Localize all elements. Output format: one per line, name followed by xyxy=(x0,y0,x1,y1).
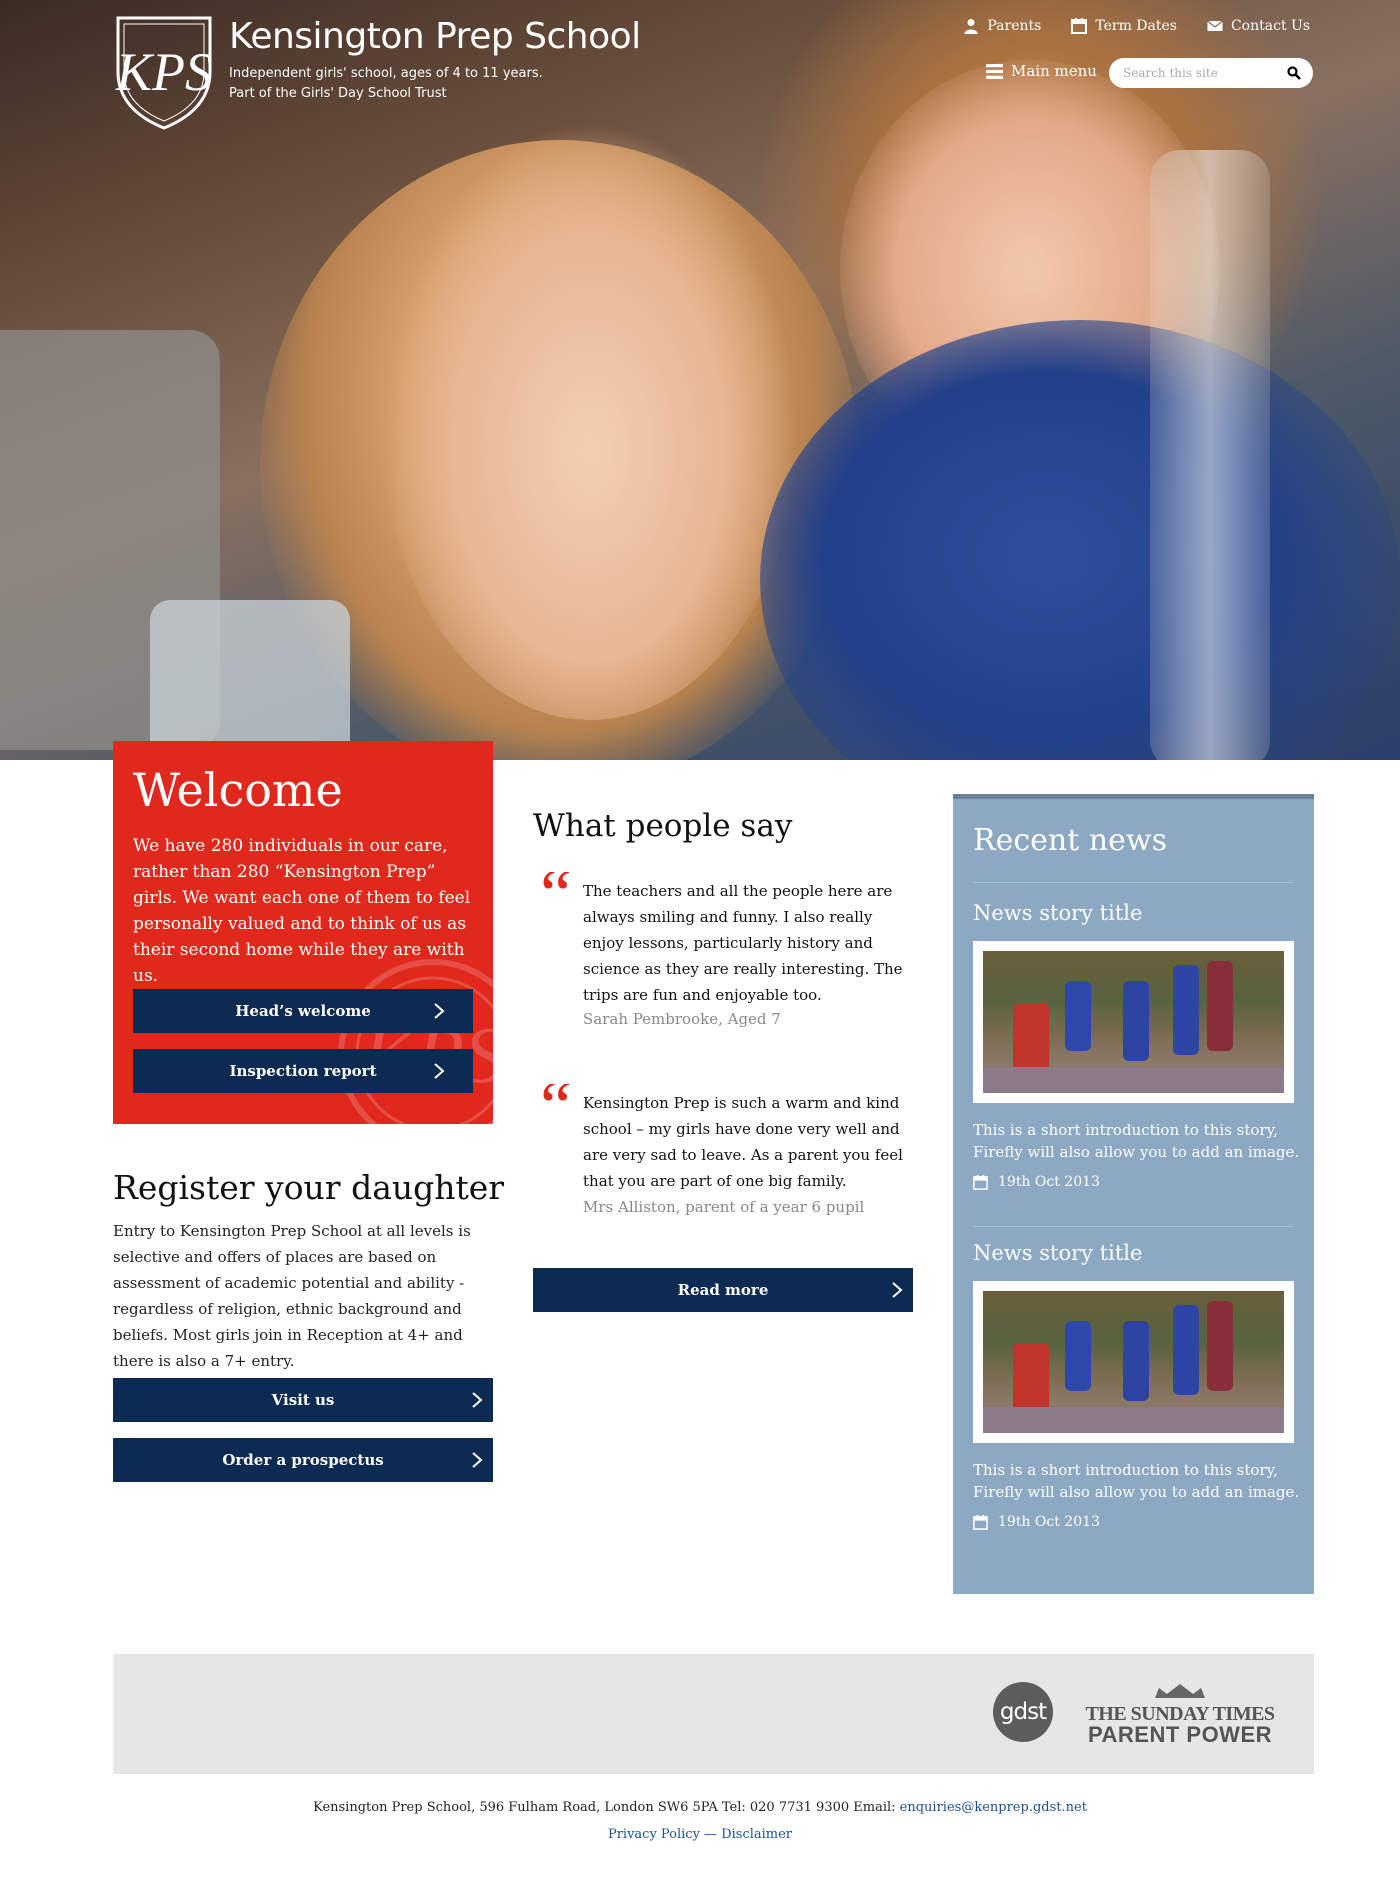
privacy-policy-link[interactable]: Privacy Policy xyxy=(608,1827,700,1842)
chevron-right-icon xyxy=(892,1282,903,1298)
testimonial-text: The teachers and all the people here are… xyxy=(583,882,903,1004)
heads-welcome-button[interactable]: Head’s welcome xyxy=(133,989,473,1033)
register-title: Register your daughter xyxy=(113,1168,505,1207)
news-story-image[interactable] xyxy=(973,1281,1294,1443)
testimonial-quote: “ The teachers and all the people here a… xyxy=(533,872,923,1038)
footer-address: Kensington Prep School, 596 Fulham Road,… xyxy=(313,1800,1087,1815)
parents-link[interactable]: Parents xyxy=(963,18,1041,34)
utility-nav: Parents Term Dates Contact Us xyxy=(963,18,1310,34)
term-dates-link[interactable]: Term Dates xyxy=(1071,18,1177,34)
recent-news-panel: Recent news News story title This is a s… xyxy=(953,794,1314,1594)
visit-us-button[interactable]: Visit us xyxy=(113,1378,493,1422)
search-input[interactable] xyxy=(1123,63,1283,83)
calendar-icon xyxy=(1071,18,1088,34)
svg-text:“: “ xyxy=(533,872,573,912)
chevron-right-icon xyxy=(434,1063,445,1079)
news-story-date: 19th Oct 2013 xyxy=(973,1174,1100,1190)
calendar-icon xyxy=(973,1514,988,1530)
envelope-icon xyxy=(1207,20,1223,31)
testimonial-text: Kensington Prep is such a warm and kind … xyxy=(583,1094,903,1190)
register-body: Entry to Kensington Prep School at all l… xyxy=(113,1222,471,1370)
partner-logos-bar: gdst THE SUNDAY TIMES PARENT POWER xyxy=(113,1654,1314,1774)
school-crest-logo[interactable]: KPS xyxy=(112,12,216,130)
svg-text:“: “ xyxy=(533,1084,573,1124)
contact-us-link[interactable]: Contact Us xyxy=(1207,18,1310,34)
search-box xyxy=(1109,58,1313,88)
person-icon xyxy=(964,19,978,34)
welcome-title: Welcome xyxy=(133,763,343,817)
order-prospectus-button[interactable]: Order a prospectus xyxy=(113,1438,493,1482)
recent-news-title: Recent news xyxy=(973,823,1167,858)
disclaimer-link[interactable]: Disclaimer xyxy=(721,1827,792,1842)
news-story-intro: This is a short introduction to this sto… xyxy=(973,1121,1300,1161)
inspection-report-button[interactable]: Inspection report xyxy=(133,1049,473,1093)
site-subtitle: Independent girls' school, ages of 4 to … xyxy=(229,66,543,101)
crest-icon xyxy=(1155,1684,1205,1698)
site-title[interactable]: Kensington Prep School xyxy=(229,16,641,57)
sunday-times-parent-power-logo[interactable]: THE SUNDAY TIMES PARENT POWER xyxy=(1080,1682,1280,1746)
hero-image: KPS Kensington Prep School Independent g… xyxy=(0,0,1400,760)
email-link[interactable]: enquiries@kenprep.gdst.net xyxy=(900,1800,1087,1815)
testimonial-author: Mrs Alliston, parent of a year 6 pupil xyxy=(583,1198,865,1216)
welcome-panel: KPS Welcome We have 280 individuals in o… xyxy=(113,741,493,1124)
news-story-title[interactable]: News story title xyxy=(973,1241,1142,1265)
divider xyxy=(973,882,1294,883)
hamburger-icon xyxy=(986,63,1003,79)
testimonial-author: Sarah Pembrooke, Aged 7 xyxy=(583,1010,781,1028)
chevron-right-icon xyxy=(434,1003,445,1019)
read-more-button[interactable]: Read more xyxy=(533,1268,913,1312)
svg-text:KPS: KPS xyxy=(115,42,212,102)
main-menu-button[interactable]: Main menu xyxy=(986,62,1097,80)
news-story-intro: This is a short introduction to this sto… xyxy=(973,1461,1300,1501)
testimonial-quote: “ Kensington Prep is such a warm and kin… xyxy=(533,1084,923,1220)
testimonials-title: What people say xyxy=(533,808,793,844)
news-story-date: 19th Oct 2013 xyxy=(973,1514,1100,1530)
divider xyxy=(973,1226,1294,1227)
chevron-right-icon xyxy=(472,1392,483,1408)
search-icon[interactable] xyxy=(1287,66,1301,80)
chevron-right-icon xyxy=(472,1452,483,1468)
calendar-icon xyxy=(973,1174,988,1190)
welcome-body: We have 280 individuals in our care, rat… xyxy=(133,836,471,986)
quote-mark-icon: “ xyxy=(533,1084,573,1124)
footer-legal-links: Privacy Policy — Disclaimer xyxy=(607,1827,793,1842)
news-story-title[interactable]: News story title xyxy=(973,901,1142,925)
quote-mark-icon: “ xyxy=(533,872,573,912)
news-story-image[interactable] xyxy=(973,941,1294,1103)
gdst-logo[interactable]: gdst xyxy=(993,1682,1053,1742)
